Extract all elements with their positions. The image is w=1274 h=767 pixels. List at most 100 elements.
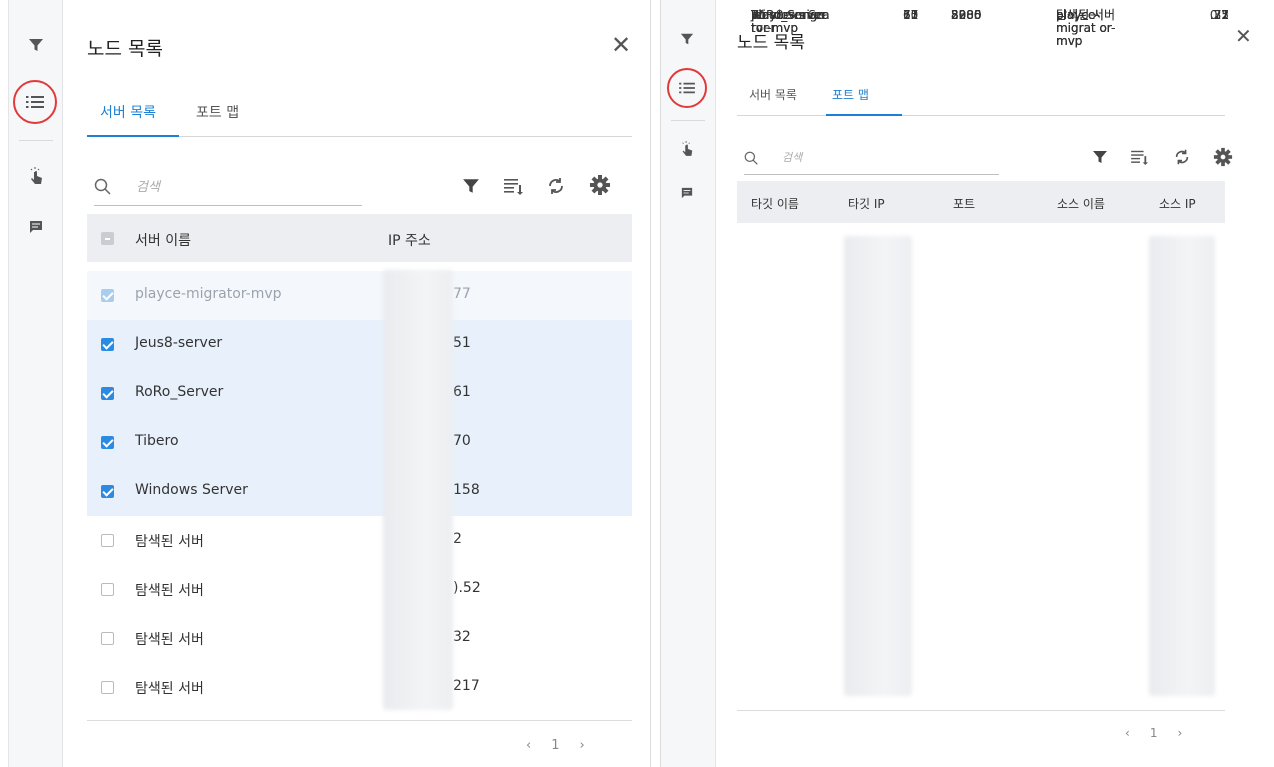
row-checkbox[interactable] [101,534,114,547]
tab-bar: 서버 목록 포트 맵 [87,102,632,137]
settings-button[interactable] [1211,145,1235,169]
left-node-panel: 노드 목록 ✕ 서버 목록 포트 맵 검색 서버 이름 IP 주소 playce… [0,0,651,767]
target-name: Tibero [751,8,789,22]
server-name: Tibero [135,433,179,449]
ip-address: ).52 [453,580,481,596]
search-icon [744,151,758,165]
table-row[interactable]: Jeus8-server 51 [87,320,632,369]
row-checkbox[interactable] [101,681,114,694]
close-icon[interactable]: ✕ [1235,26,1252,46]
table-header: 서버 이름 IP 주소 [87,214,632,262]
touch-rail-button[interactable] [23,162,49,188]
table-row[interactable]: Windows Server 158 [87,467,632,516]
source-name: playce-migrat or-mvp [1056,8,1116,48]
settings-button[interactable] [588,173,612,197]
search-input[interactable]: 검색 [94,168,362,206]
touch-icon [682,141,693,156]
pagination: ‹ 1 › [516,738,595,753]
col-server-name[interactable]: 서버 이름 [135,230,191,250]
table-row[interactable]: playce-migrator-mvp 77 [87,271,632,320]
col-source-ip[interactable]: 소스 IP [1159,195,1196,212]
filter-icon [29,39,43,51]
table-row[interactable]: 탐색된 서버 ).52 [87,565,632,614]
refresh-button[interactable] [544,174,568,198]
comment-rail-button[interactable] [674,180,700,206]
col-ip-address[interactable]: IP 주소 [388,230,431,250]
comment-rail-button[interactable] [23,214,49,240]
ip-address: 70 [453,433,471,449]
col-target-ip[interactable]: 타깃 IP [848,195,885,212]
server-name: playce-migrator-mvp [135,286,282,302]
row-checkbox[interactable] [101,632,114,645]
col-source-name[interactable]: 소스 이름 [1057,195,1105,212]
tab-server-list[interactable]: 서버 목록 [749,86,797,103]
comment-icon [681,187,693,199]
touch-rail-button[interactable] [674,135,700,161]
filter-button[interactable] [459,174,483,198]
filter-icon [680,33,694,45]
close-icon[interactable]: ✕ [611,33,631,57]
next-page-button[interactable]: › [579,738,584,753]
row-checkbox[interactable] [101,387,114,400]
tab-port-map[interactable]: 포트 맵 [196,102,239,122]
column-settings-button[interactable] [502,174,526,198]
active-tab-indicator [87,135,179,137]
col-target-name[interactable]: 타깃 이름 [751,195,799,212]
list-rail-button[interactable] [674,75,700,101]
table-row[interactable]: RoRo_Server 61 [87,369,632,418]
side-rail [8,0,63,767]
search-placeholder: 검색 [782,151,803,164]
server-name: 탐색된 서버 [135,534,204,550]
col-port[interactable]: 포트 [953,195,975,212]
table-footer-line [737,710,1225,711]
row-checkbox[interactable] [101,338,114,351]
filter-rail-button[interactable] [674,26,700,52]
refresh-icon [1175,149,1189,165]
filter-rail-button[interactable] [23,32,49,58]
search-placeholder: 검색 [136,180,160,195]
search-icon [94,178,111,195]
row-checkbox[interactable] [101,436,114,449]
server-name: 탐색된 서버 [135,681,204,697]
tab-server-list[interactable]: 서버 목록 [100,102,156,122]
touch-icon [30,167,42,184]
port: 22 [951,8,967,22]
row-checkbox[interactable] [101,485,114,498]
column-settings-icon [1131,150,1148,165]
search-input[interactable]: 검색 [744,143,999,175]
list-icon [679,82,695,94]
server-name: 탐색된 서버 [135,583,204,599]
table-row[interactable]: 탐색된 서버 217 [87,663,632,712]
prev-page-button[interactable]: ‹ [1125,726,1130,740]
ip-address: 77 [453,286,471,302]
table-row[interactable]: 탐색된 서버 32 [87,614,632,663]
list-rail-button[interactable] [22,89,48,115]
pagination: ‹ 1 › [1115,726,1192,740]
tab-bar: 서버 목록 포트 맵 [737,86,1225,116]
panel-title: 노드 목록 [87,38,163,60]
ip-address: 61 [453,384,471,400]
row-checkbox[interactable] [101,583,114,596]
active-tab-indicator [826,114,902,116]
column-settings-button[interactable] [1129,146,1151,168]
page-number[interactable]: 1 [551,738,559,753]
column-settings-icon [504,179,523,195]
table-row[interactable]: Tibero 70 [87,418,632,467]
rail-divider [671,120,705,121]
redacted-ip-block [383,270,453,710]
filter-button[interactable] [1089,146,1111,168]
row-checkbox[interactable] [101,289,114,302]
refresh-button[interactable] [1171,146,1193,168]
tab-port-map[interactable]: 포트 맵 [832,86,869,103]
prev-page-button[interactable]: ‹ [526,738,531,753]
ip-address: 217 [453,678,480,694]
select-all-checkbox[interactable] [101,232,114,245]
server-name: RoRo_Server [135,384,224,400]
redacted-target-ip-block [844,236,912,696]
next-page-button[interactable]: › [1177,726,1182,740]
rail-divider [19,140,53,141]
filter-icon [1093,151,1107,163]
ip-address: 2 [453,531,462,547]
table-row[interactable]: 탐색된 서버 2 [87,516,632,565]
page-number[interactable]: 1 [1150,726,1158,740]
